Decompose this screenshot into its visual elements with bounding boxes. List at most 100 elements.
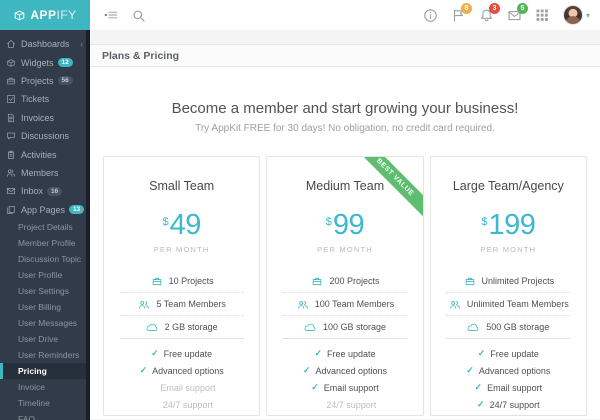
option-label: 24/7 support xyxy=(326,400,376,410)
pricing-card: Large Team/Agency $199 PER MONTH Unlimit… xyxy=(430,156,587,416)
feature-label: 500 GB storage xyxy=(486,322,549,332)
option-label: Email support xyxy=(160,383,215,393)
pricing-card: Small Team $49 PER MONTH 10 Projects5 Te… xyxy=(103,156,260,416)
apps-grid-button[interactable] xyxy=(535,8,550,23)
sidebar-item-label: Discussions xyxy=(21,131,69,141)
currency-sign: $ xyxy=(326,216,332,228)
plan-option: ✓24/7 support xyxy=(104,396,259,413)
sidebar-subitem-user-profile[interactable]: User Profile xyxy=(0,267,90,283)
plan-feature: 100 Team Members xyxy=(283,293,407,316)
plan-option: ✓Email support xyxy=(267,379,422,396)
cloud-icon xyxy=(146,322,160,333)
option-label: Email support xyxy=(487,383,542,393)
sidebar-subitem-user-messages[interactable]: User Messages xyxy=(0,315,90,331)
plan-price: $199 xyxy=(431,209,586,242)
check-icon: ✓ xyxy=(140,365,148,376)
sidebar-subitem-project-details[interactable]: Project Details xyxy=(0,219,90,235)
briefcase-icon xyxy=(150,276,164,287)
sidebar-item-label: Members xyxy=(21,168,59,178)
plan-option: ✓Free update xyxy=(104,345,259,362)
sidebar-item-dashboards[interactable]: Dashboards ‹ xyxy=(0,35,90,53)
sidebar-toggle-icon[interactable] xyxy=(104,9,118,21)
sidebar-item-projects[interactable]: Projects 56 xyxy=(0,72,90,90)
sidebar-item-inbox[interactable]: Inbox 16 xyxy=(0,182,90,200)
sidebar-item-label: App Pages xyxy=(21,205,65,215)
plan-option: ✓Advanced options xyxy=(104,362,259,379)
sidebar-item-invoices[interactable]: Invoices xyxy=(0,109,90,127)
sidebar-item-label: Tickets xyxy=(21,94,49,104)
feature-label: Unlimited Projects xyxy=(482,276,555,286)
plan-price: $49 xyxy=(104,209,259,242)
option-label: Email support xyxy=(324,383,379,393)
check-icon: ✓ xyxy=(151,348,159,359)
plan-price: $99 xyxy=(267,209,422,242)
plan-feature: Unlimited Projects xyxy=(446,270,570,293)
sidebar-item-discussions[interactable]: Discussions xyxy=(0,127,90,145)
user-menu[interactable]: ▾ xyxy=(563,5,590,25)
sidebar: Dashboards ‹ Widgets 12 Projects 56 Tick… xyxy=(0,30,90,420)
feature-label: 100 Team Members xyxy=(315,299,394,309)
alerts-button[interactable]: 3 xyxy=(479,8,494,23)
clipboard-icon xyxy=(6,150,16,160)
sidebar-item-label: Dashboards xyxy=(21,39,70,49)
price-amount: 99 xyxy=(333,209,364,241)
users-icon xyxy=(6,168,16,178)
sidebar-subitem-member-profile[interactable]: Member Profile xyxy=(0,235,90,251)
briefcase-icon xyxy=(463,276,477,287)
plan-feature: 10 Projects xyxy=(120,270,244,293)
plan-feature: 2 GB storage xyxy=(120,316,244,339)
feature-label: Unlimited Team Members xyxy=(467,299,569,309)
pages-icon xyxy=(6,205,16,215)
search-icon[interactable] xyxy=(132,9,146,21)
plan-feature: 100 GB storage xyxy=(283,316,407,339)
sidebar-item-widgets[interactable]: Widgets 12 xyxy=(0,53,90,71)
hero-subheading: Try AppKit FREE for 30 days! No obligati… xyxy=(90,123,600,134)
sidebar-subitem-user-drive[interactable]: User Drive xyxy=(0,331,90,347)
sidebar-subitem-user-settings[interactable]: User Settings xyxy=(0,283,90,299)
price-amount: 49 xyxy=(170,209,201,241)
team-icon xyxy=(448,299,462,310)
bell-badge: 3 xyxy=(489,3,500,14)
plan-options: ✓Free update✓Advanced options✓Email supp… xyxy=(431,345,586,413)
flag-badge: 8 xyxy=(461,3,472,14)
sidebar-subitem-faq[interactable]: FAQ xyxy=(0,411,90,420)
info-button[interactable] xyxy=(423,8,438,23)
sidebar-item-activities[interactable]: Activities xyxy=(0,145,90,163)
sidebar-subitem-discussion-topic[interactable]: Discussion Topic xyxy=(0,251,90,267)
sidebar-subitem-invoice[interactable]: Invoice xyxy=(0,379,90,395)
sidebar-subitem-user-billing[interactable]: User Billing xyxy=(0,299,90,315)
sidebar-subitem-timeline[interactable]: Timeline xyxy=(0,395,90,411)
logo-cube-icon xyxy=(13,9,26,22)
feature-label: 100 GB storage xyxy=(323,322,386,332)
sidebar-item-members[interactable]: Members xyxy=(0,164,90,182)
sidebar-item-tickets[interactable]: Tickets xyxy=(0,90,90,108)
sidebar-item-app-pages[interactable]: App Pages 13 ▾ xyxy=(0,201,90,219)
check-icon: ✓ xyxy=(478,348,486,359)
sidebar-item-chevron: ‹ xyxy=(80,40,83,49)
feature-label: 5 Team Members xyxy=(156,299,225,309)
sidebar-subitem-user-reminders[interactable]: User Reminders xyxy=(0,347,90,363)
option-label: Free update xyxy=(490,349,539,359)
briefcase-icon xyxy=(310,276,324,287)
plan-option: ✓24/7 support xyxy=(267,396,422,413)
option-label: Advanced options xyxy=(315,366,387,376)
plan-option: ✓Email support xyxy=(104,379,259,396)
check-icon: ✓ xyxy=(314,348,322,359)
price-amount: 199 xyxy=(488,209,535,241)
plan-option: ✓ Free update xyxy=(431,345,586,362)
sidebar-item-label: Activities xyxy=(21,150,57,160)
pricing-cards-row: Small Team $49 PER MONTH 10 Projects5 Te… xyxy=(90,156,600,416)
feature-label: 200 Projects xyxy=(329,276,379,286)
currency-sign: $ xyxy=(162,216,168,228)
sidebar-subitem-pricing[interactable]: Pricing xyxy=(0,363,90,379)
option-label: 24/7 support xyxy=(490,400,540,410)
feature-label: 2 GB storage xyxy=(165,322,218,332)
messages-button[interactable]: 5 xyxy=(507,8,522,23)
app-logo[interactable]: APPIFY xyxy=(0,0,90,30)
plan-option: ✓24/7 support xyxy=(431,396,586,413)
sidebar-item-badge: 16 xyxy=(47,187,62,196)
option-label: Advanced options xyxy=(479,366,551,376)
check-icon: ✓ xyxy=(475,382,483,393)
flag-notifications-button[interactable]: 8 xyxy=(451,8,466,23)
main-content: Plans & Pricing Become a member and star… xyxy=(90,30,600,420)
